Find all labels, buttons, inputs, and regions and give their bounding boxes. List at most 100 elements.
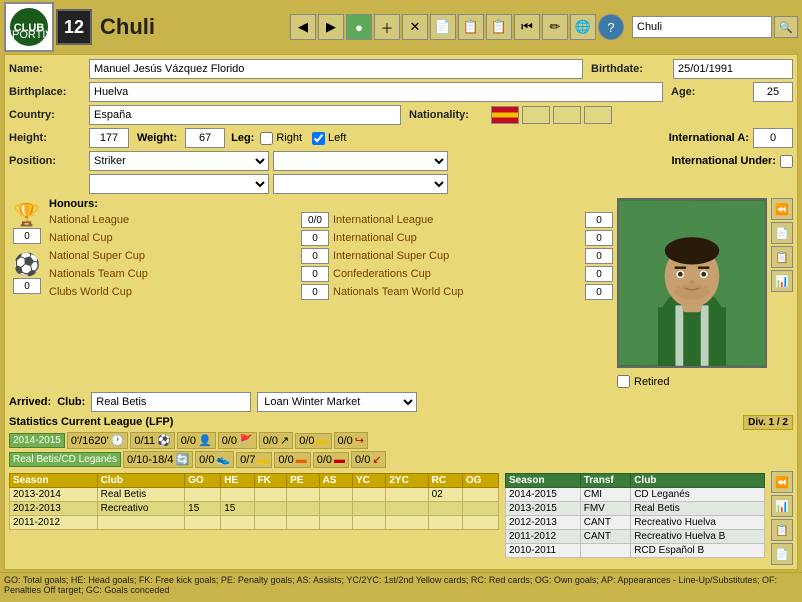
position-select[interactable]: Striker [89,151,269,171]
birthplace-input[interactable] [89,82,663,102]
left-leg-checkbox[interactable] [312,132,325,145]
national-super-cup-label[interactable]: National Super Cup [49,250,297,262]
th-yc: YC [352,474,385,488]
intl-under-checkbox[interactable] [780,155,793,168]
career-tb4[interactable]: 📄 [771,543,793,565]
clubs-world-cup-label[interactable]: Clubs World Cup [49,286,297,298]
career-th-season: Season [506,474,581,488]
intl-cup-label[interactable]: International Cup [333,232,581,244]
honours-cols: Honours: National League 0/0 National Cu… [49,198,613,388]
goal-icon1: ⚽ [157,434,171,447]
position3-select[interactable] [89,174,269,194]
honours-grid: National League 0/0 National Cup 0 Natio… [49,212,613,302]
edit-btn[interactable]: ✏ [542,14,568,40]
top-toolbar: CLUB DEPORTIVO 12 Chuli ◀ ▶ ● ＋ ✕ 📄 📋 📋 … [0,0,802,54]
help-btn[interactable]: ? [598,14,624,40]
flag-empty3 [584,106,612,124]
list-item: 2012-2013CANTRecreativo Huelva [506,516,765,530]
right-leg-item[interactable]: Right [260,132,302,145]
birthdate-input[interactable] [673,59,793,79]
th-2yc: 2YC [386,474,428,488]
arrow-icon1: ↗ [280,434,289,447]
left-leg-item[interactable]: Left [312,132,346,145]
national-cup-val: 0 [301,230,329,246]
market-select[interactable]: Loan Winter Market [257,392,417,412]
confed-cup-label[interactable]: Confederations Cup [333,268,581,280]
nav-back-btn[interactable]: ◀ [290,14,316,40]
retired-checkbox[interactable] [617,375,630,388]
stats-s2: 0/0 👤 [177,432,216,449]
honour-intl-super-cup: International Super Cup 0 [333,248,613,264]
table-row: 2011-2012 [10,516,499,530]
list-item: 2010-2011RCD Español B [506,544,765,558]
intl-a-label: International A: [669,132,749,144]
intl-a-input[interactable] [753,128,793,148]
nationals-world-cup-label[interactable]: Nationals Team World Cup [333,286,581,298]
height-input[interactable] [89,128,129,148]
name-input[interactable] [89,59,583,79]
player-name: Chuli [94,14,193,40]
age-input[interactable] [753,82,793,102]
right-leg-checkbox[interactable] [260,132,273,145]
nationals-team-cup-label[interactable]: Nationals Team Cup [49,268,297,280]
copy-btn[interactable]: 📄 [430,14,456,40]
trophy2-val: 0 [13,278,41,294]
honours-left-col: National League 0/0 National Cup 0 Natio… [49,212,329,302]
globe-btn[interactable]: 🌐 [570,14,596,40]
add-btn[interactable]: ＋ [374,14,400,40]
birthplace-label: Birthplace: [9,86,89,98]
national-league-label[interactable]: National League [49,214,297,226]
player-photo [617,198,767,368]
stats-r2-4: 0/0 ▬ [313,452,349,468]
stats-team: Real Betis/CD Leganés [9,452,121,467]
intl-super-cup-label[interactable]: International Super Cup [333,250,581,262]
nav-fwd-btn[interactable]: ▶ [318,14,344,40]
player-icon1: 👤 [198,434,212,447]
weight-input[interactable] [185,128,225,148]
intl-super-cup-val: 0 [585,248,613,264]
intl-league-label[interactable]: International League [333,214,581,226]
list2-btn[interactable]: 📋 [486,14,512,40]
honour-confed-cup: Confederations Cup 0 [333,266,613,282]
rtb-btn1[interactable]: ⏪ [771,198,793,220]
rtb-btn3[interactable]: 📋 [771,246,793,268]
career-tb1[interactable]: ⏪ [771,471,793,493]
position4-select[interactable] [273,174,448,194]
red-card-icon: ▬ [334,454,345,466]
honour-national-cup: National Cup 0 [49,230,329,246]
weight-label: Weight: [129,132,185,144]
national-cup-label[interactable]: National Cup [49,232,297,244]
th-as: AS [319,474,352,488]
list-btn[interactable]: 📋 [458,14,484,40]
stats-season: 2014-2015 [9,433,65,448]
national-league-val: 0/0 [301,212,329,228]
search-input[interactable] [632,16,772,38]
refresh-btn[interactable]: ● [346,14,372,40]
flag-spain [491,106,519,124]
trophy1: 🏆 0 [13,202,41,244]
main-panel: Name: Birthdate: Birthplace: Age: Countr… [4,54,798,570]
age-label: Age: [663,86,753,98]
rtb-btn4[interactable]: 📊 [771,270,793,292]
stats-header: Statistics Current League (LFP) Div. 1 /… [9,415,793,430]
honour-national-super-cup: National Super Cup 0 [49,248,329,264]
arrow-icon2: ↪ [355,434,364,447]
rtb-btn2[interactable]: 📄 [771,222,793,244]
close-btn[interactable]: ✕ [402,14,428,40]
country-label: Country: [9,109,89,121]
honours-right-col: International League 0 International Cup… [333,212,613,302]
search-btn[interactable]: 🔍 [774,16,798,38]
bottom-note: GO: Total goals; HE: Head goals; FK: Fre… [0,572,802,597]
right-leg-label: Right [276,132,302,144]
boots-icon: 👟 [216,453,230,466]
flag-empty2 [553,106,581,124]
intl-cup-val: 0 [585,230,613,246]
career-tb3[interactable]: 📋 [771,519,793,541]
stats-s6: 0/0 ↪ [334,432,369,449]
club-input[interactable] [91,392,251,412]
career-tb2[interactable]: 📊 [771,495,793,517]
position-select2[interactable] [273,151,448,171]
trophy1-val: 0 [13,228,41,244]
first-btn[interactable]: ⏮ [514,14,540,40]
country-input[interactable] [89,105,401,125]
